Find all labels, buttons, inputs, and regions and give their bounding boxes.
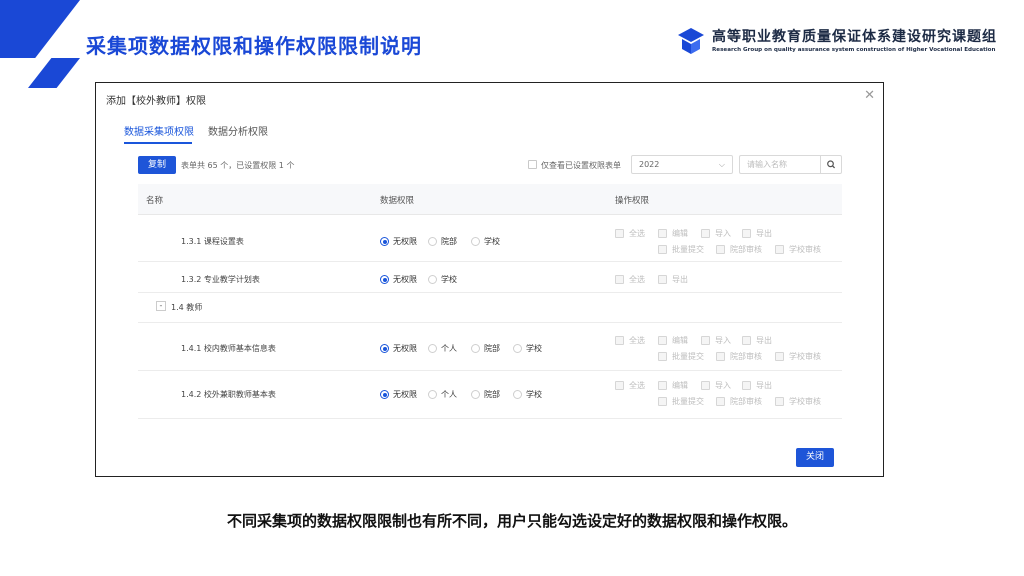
chevron-down-icon: ⌵ — [718, 160, 725, 169]
radio-label: 无权限 — [393, 237, 417, 246]
only-set-label: 仅查看已设置权限表单 — [541, 161, 621, 170]
tab-data-collection-permission[interactable]: 数据采集项权限 — [124, 123, 194, 138]
close-button[interactable]: 关闭 — [796, 448, 834, 467]
search-input[interactable] — [739, 155, 820, 174]
search-icon — [827, 160, 836, 169]
table-group-row: - 1.4 教师 — [138, 293, 842, 323]
dialog-title: 添加【校外教师】权限 — [106, 96, 206, 107]
brand-name-en: Research Group on quality assurance syst… — [712, 47, 996, 53]
tab-data-analysis-permission[interactable]: 数据分析权限 — [208, 123, 268, 138]
active-tab-indicator — [124, 142, 192, 144]
radio-label: 个人 — [441, 344, 457, 353]
radio-label: 院部 — [441, 237, 457, 246]
year-select[interactable]: 2022 ⌵ — [631, 155, 733, 174]
radio-icon — [428, 344, 437, 353]
column-name: 名称 — [146, 196, 164, 206]
form-summary: 表单共 65 个，已设置权限 1 个 — [181, 161, 295, 170]
radio-label: 无权限 — [393, 275, 417, 284]
slide-title: 采集项数据权限和操作权限限制说明 — [86, 34, 422, 58]
table-header: 名称 数据权限 操作权限 — [138, 184, 842, 215]
header-decoration-tail — [28, 58, 80, 88]
radio-label: 个人 — [441, 390, 457, 399]
permission-dialog: 添加【校外教师】权限 ✕ 数据采集项权限 数据分析权限 复制 表单共 65 个，… — [95, 82, 884, 477]
radio-icon — [513, 390, 522, 399]
radio-icon — [471, 237, 480, 246]
radio-icon — [471, 390, 480, 399]
brand-logo-icon — [678, 28, 704, 54]
radio-label: 学校 — [484, 237, 500, 246]
brand-name-cn: 高等职业教育质量保证体系建设研究课题组 — [712, 29, 997, 45]
radio-label: 无权限 — [393, 344, 417, 353]
radio-label: 院部 — [484, 390, 500, 399]
radio-icon — [428, 275, 437, 284]
brand-lockup: 高等职业教育质量保证体系建设研究课题组 Research Group on qu… — [676, 24, 996, 64]
radio-label: 学校 — [441, 275, 457, 284]
slide-footer-note: 不同采集项的数据权限限制也有所不同，用户只能勾选设定好的数据权限和操作权限。 — [226, 512, 797, 530]
row-name: 1.3.1 课程设置表 — [181, 237, 244, 246]
table-row: 1.4.1 校内教师基本信息表 无权限 个人 院部 学校 全选 编辑 导入 导出… — [138, 323, 842, 371]
collapse-toggle[interactable]: - — [156, 301, 166, 311]
radio-selected-icon — [380, 237, 389, 246]
column-operation-permission: 操作权限 — [615, 196, 650, 206]
radio-icon — [513, 344, 522, 353]
group-name: 1.4 教师 — [171, 303, 203, 312]
radio-label: 院部 — [484, 344, 500, 353]
search-button[interactable] — [820, 155, 842, 174]
table-row: 1.3.1 课程设置表 无权限 院部 学校 全选 编辑 导入 导出 批量提交 院… — [138, 215, 842, 262]
radio-icon — [428, 390, 437, 399]
row-name: 1.3.2 专业教学计划表 — [181, 275, 260, 284]
only-set-checkbox[interactable] — [528, 160, 537, 169]
radio-label: 学校 — [526, 344, 542, 353]
scroll-fade — [138, 420, 842, 440]
table-row: 1.4.2 校外兼职教师基本表 无权限 个人 院部 学校 全选 编辑 导入 导出… — [138, 371, 842, 419]
radio-selected-icon — [380, 344, 389, 353]
radio-label: 学校 — [526, 390, 542, 399]
tab-bar: 数据采集项权限 数据分析权限 — [124, 123, 524, 144]
copy-button[interactable]: 复制 — [138, 156, 176, 174]
header-decoration — [0, 0, 80, 58]
radio-selected-icon — [380, 275, 389, 284]
column-data-permission: 数据权限 — [380, 196, 415, 206]
radio-label: 无权限 — [393, 390, 417, 399]
close-icon[interactable]: ✕ — [864, 88, 875, 103]
year-select-value: 2022 — [639, 160, 660, 169]
radio-icon — [428, 237, 437, 246]
table-row: 1.3.2 专业教学计划表 无权限 学校 全选 导出 — [138, 262, 842, 293]
radio-icon — [471, 344, 480, 353]
row-name: 1.4.1 校内教师基本信息表 — [181, 344, 276, 353]
row-name: 1.4.2 校外兼职教师基本表 — [181, 390, 276, 399]
radio-selected-icon — [380, 390, 389, 399]
